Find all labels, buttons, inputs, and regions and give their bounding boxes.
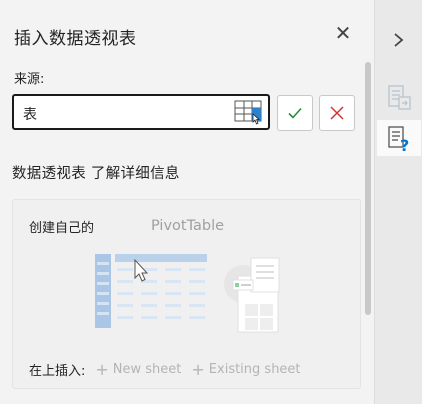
pivottable-illustration — [95, 254, 280, 333]
create-own-pivottable-card[interactable]: 创建自己的 PivotTable 在上插入: + New sheet + Exi… — [12, 199, 361, 389]
chevron-right-icon[interactable] — [389, 28, 409, 52]
plus-icon: + — [191, 359, 205, 379]
accept-button[interactable] — [277, 95, 313, 131]
insert-on-label: 在上插入: — [29, 364, 86, 379]
cancel-button[interactable] — [319, 95, 355, 131]
source-label: 来源: — [14, 72, 45, 87]
new-sheet-label: New sheet — [112, 362, 182, 377]
pivottable-label: PivotTable — [151, 218, 225, 234]
svg-text:?: ? — [400, 136, 409, 155]
learn-more-link[interactable]: 数据透视表 了解详细信息 — [12, 162, 180, 183]
insert-location-row: 在上插入: + New sheet + Existing sheet — [29, 360, 301, 379]
field-list-icon — [388, 85, 411, 110]
close-icon[interactable]: ✕ — [332, 22, 354, 44]
cancel-x-icon — [330, 106, 344, 120]
source-range-value[interactable]: 表 — [23, 104, 37, 124]
plus-icon: + — [95, 359, 109, 379]
pane-title: 插入数据透视表 — [14, 29, 137, 49]
existing-sheet-option[interactable]: + Existing sheet — [191, 359, 301, 379]
pane-scrollbar[interactable] — [365, 62, 371, 315]
source-range-input[interactable]: 表 — [12, 94, 270, 130]
range-select-icon[interactable] — [234, 100, 264, 126]
existing-sheet-label: Existing sheet — [208, 362, 301, 377]
side-rail: ? — [374, 0, 422, 404]
create-own-label: 创建自己的 — [29, 221, 95, 236]
insert-pivottable-pane: 插入数据透视表 ✕ 来源: 表 数据透视表 了解详细信息 创建自己的 Pivot… — [0, 0, 374, 404]
pivot-help-icon: ? — [388, 126, 409, 155]
field-list-button[interactable] — [377, 80, 421, 116]
new-sheet-option[interactable]: + New sheet — [95, 359, 182, 379]
checkmark-icon — [288, 107, 302, 119]
pivot-help-button[interactable]: ? — [377, 120, 421, 156]
